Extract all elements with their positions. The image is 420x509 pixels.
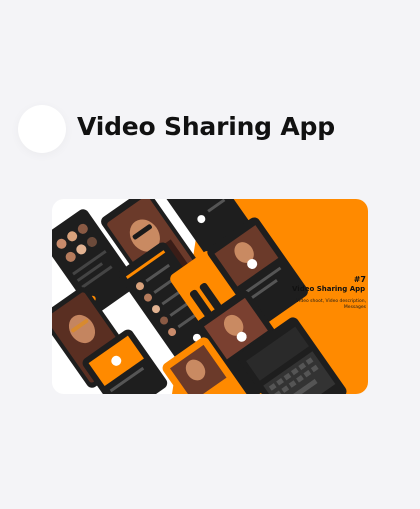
kit-name: Video Sharing App UI Kit — [292, 285, 368, 293]
preview-card[interactable]: #7 Video Sharing App UI Kit Video shoot,… — [52, 199, 368, 394]
app-logo — [18, 105, 66, 153]
kit-number: #7 — [353, 275, 366, 284]
page-title: Video Sharing App — [77, 112, 335, 141]
kit-caption: #7 Video Sharing App UI Kit Video shoot,… — [292, 275, 368, 311]
kit-description: Video shoot, Video description, Messages — [296, 299, 366, 311]
